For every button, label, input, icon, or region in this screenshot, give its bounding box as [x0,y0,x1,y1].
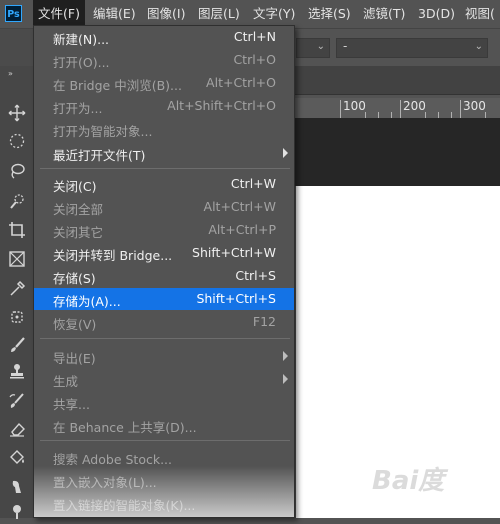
menu-layer[interactable]: 图层(L) [193,0,245,28]
menu-item-new[interactable]: 新建(N)... Ctrl+N [34,26,294,48]
menu-item-open-as-smart-object[interactable]: 打开为智能对象... [34,118,294,140]
menu-item-place-linked[interactable]: 置入链接的智能对象(K)... [34,492,294,514]
menu-select[interactable]: 选择(S) [303,0,356,28]
menu-item-close-all[interactable]: 关闭全部 Alt+Ctrl+W [34,196,294,218]
eraser-tool-icon[interactable] [0,416,34,442]
menu-item-label: 关闭其它 [53,225,104,240]
menu-separator [40,440,290,441]
menu-item-label: 存储(S) [53,271,96,286]
submenu-arrow-icon [283,351,288,361]
history-brush-tool-icon[interactable] [0,388,34,414]
menu-item-label: 导出(E) [53,351,96,366]
menu-item-shortcut: Shift+Ctrl+S [196,291,276,306]
chevron-down-icon: ⌄ [316,41,325,52]
menu-item-label: 在 Behance 上共享(D)... [53,420,197,435]
ruler-label: 100 [343,99,366,113]
marquee-tool-icon[interactable] [0,128,34,154]
menu-type[interactable]: 文字(Y) [248,0,300,28]
menu-item-open-recent[interactable]: 最近打开文件(T) [34,142,294,164]
menu-separator [40,168,290,169]
tools-panel: » [0,66,35,519]
menu-item-shortcut: Alt+Ctrl+P [208,222,276,237]
menu-item-label: 关闭(C) [53,179,97,194]
menu-item-label: 恢复(V) [53,317,97,332]
paint-bucket-tool-icon[interactable] [0,444,34,470]
menu-item-label: 置入链接的智能对象(K)... [53,498,196,513]
menu-item-label: 置入嵌入对象(L)... [53,475,157,490]
menu-item-open[interactable]: 打开(O)... Ctrl+O [34,49,294,71]
menu-separator [40,338,290,339]
ruler-tick [400,100,401,118]
menu-3d[interactable]: 3D(D) [413,0,460,28]
submenu-arrow-icon [283,374,288,384]
menu-filter[interactable]: 滤镜(T) [358,0,410,28]
frame-tool-icon[interactable] [0,246,34,272]
ruler-tick [460,100,461,118]
menu-item-label: 关闭并转到 Bridge... [53,248,173,263]
menu-item-shortcut: Ctrl+O [233,52,276,67]
menu-item-label: 关闭全部 [53,202,104,217]
menu-item-close-and-go-to-bridge[interactable]: 关闭并转到 Bridge... Shift+Ctrl+W [34,242,294,264]
stamp-tool-icon[interactable] [0,358,34,384]
submenu-arrow-icon [283,148,288,158]
lasso-tool-icon[interactable] [0,158,34,184]
collapse-panel-icon[interactable]: » [8,69,13,78]
menu-item-open-as[interactable]: 打开为... Alt+Shift+Ctrl+O [34,95,294,117]
quick-selection-tool-icon[interactable] [0,188,34,214]
menu-item-shortcut: Alt+Ctrl+O [206,75,276,90]
menu-item-shortcut: Shift+Ctrl+W [192,245,276,260]
options-dropdown-2[interactable]: - ⌄ [336,38,488,58]
menu-item-place-embedded[interactable]: 置入嵌入对象(L)... [34,469,294,491]
menu-item-generate[interactable]: 生成 [34,368,294,390]
menu-item-shortcut: Ctrl+W [230,176,276,191]
menu-item-revert[interactable]: 恢复(V) F12 [34,311,294,333]
menu-item-save-as[interactable]: 存储为(A)... Shift+Ctrl+S [34,288,294,310]
options-dropdown-value: - [343,39,348,53]
menu-item-shortcut: Ctrl+N [233,29,276,44]
ruler-tick [340,100,341,118]
photoshop-logo: Ps [5,5,22,22]
menu-item-shortcut: Alt+Ctrl+W [203,199,276,214]
menu-view[interactable]: 视图( [460,0,500,28]
dodge-tool-icon[interactable] [0,498,34,524]
spot-healing-tool-icon[interactable] [0,304,34,330]
menu-item-close[interactable]: 关闭(C) Ctrl+W [34,173,294,195]
menu-item-label: 打开为智能对象... [53,124,153,139]
menu-item-search-adobe-stock[interactable]: 搜索 Adobe Stock... [34,446,294,468]
menu-item-browse-in-bridge[interactable]: 在 Bridge 中浏览(B)... Alt+Ctrl+O [34,72,294,94]
menu-item-close-others[interactable]: 关闭其它 Alt+Ctrl+P [34,219,294,241]
brush-tool-icon[interactable] [0,332,34,358]
menu-item-label: 在 Bridge 中浏览(B)... [53,78,182,93]
crop-tool-icon[interactable] [0,217,34,243]
menu-item-export[interactable]: 导出(E) [34,345,294,367]
menu-item-label: 打开(O)... [53,55,110,70]
menu-edit[interactable]: 编辑(E) [88,0,141,28]
menu-item-label: 共享... [53,397,90,412]
file-menu: 新建(N)... Ctrl+N 打开(O)... Ctrl+O 在 Bridge… [33,25,295,518]
menu-item-label: 生成 [53,374,79,389]
options-dropdown-1[interactable]: ⌄ [296,38,330,58]
menu-item-shortcut: F12 [252,314,276,329]
eyedropper-tool-icon[interactable] [0,276,34,302]
ruler-label: 200 [403,99,426,113]
menu-item-share[interactable]: 共享... [34,391,294,413]
menu-image[interactable]: 图像(I) [142,0,190,28]
menu-item-save[interactable]: 存储(S) Ctrl+S [34,265,294,287]
menu-item-label: 搜索 Adobe Stock... [53,452,173,467]
menu-item-label: 存储为(A)... [53,294,121,309]
menu-item-label: 最近打开文件(T) [53,148,146,163]
menu-file[interactable]: 文件(F) [33,0,85,28]
baidu-watermark: Bai度 [372,466,445,496]
menu-bar: Ps 文件(F) 编辑(E) 图像(I) 图层(L) 文字(Y) 选择(S) 滤… [0,0,500,28]
home-tool-slot [0,29,34,67]
menu-item-label: 打开为... [53,101,103,116]
menu-item-label: 新建(N)... [53,32,110,47]
menu-item-share-on-behance[interactable]: 在 Behance 上共享(D)... [34,414,294,436]
move-tool-icon[interactable] [0,100,34,126]
smudge-tool-icon[interactable] [0,474,34,500]
ruler-label: 300 [463,99,486,113]
menu-item-shortcut: Ctrl+S [235,268,276,283]
menu-item-shortcut: Alt+Shift+Ctrl+O [167,98,276,113]
chevron-down-icon: ⌄ [474,41,483,52]
